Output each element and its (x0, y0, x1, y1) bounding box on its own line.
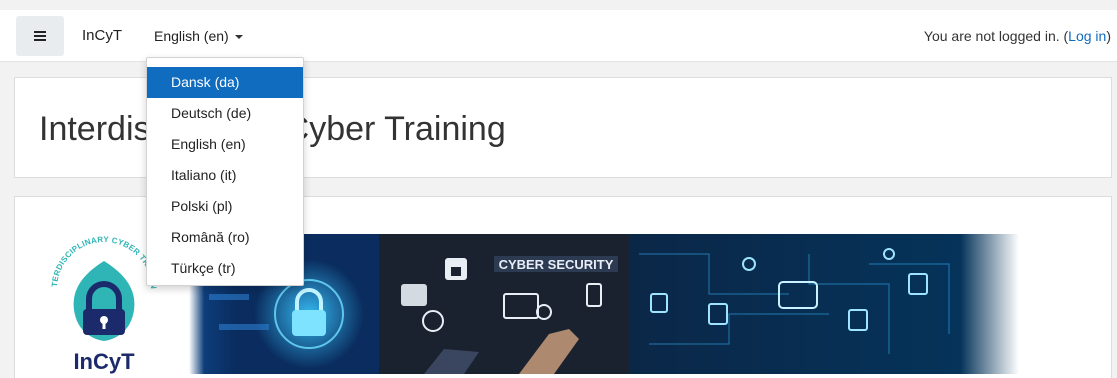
top-navbar: InCyT English (en) You are not logged in… (0, 10, 1117, 62)
login-status: You are not logged in. (Log in) (924, 28, 1111, 44)
login-link[interactable]: Log in (1068, 28, 1106, 44)
hamburger-icon (34, 31, 46, 41)
caret-down-icon (234, 35, 243, 40)
logo-wordmark: InCyT (73, 349, 135, 374)
nav-drawer-toggle-button[interactable] (16, 16, 64, 56)
language-option-2[interactable]: English (en) (147, 129, 303, 160)
language-option-0[interactable]: Dansk (da) (147, 67, 303, 98)
login-status-prefix: You are not logged in. ( (923, 28, 1069, 44)
banner-caption: CYBER SECURITY (499, 257, 614, 272)
language-option-3[interactable]: Italiano (it) (147, 160, 303, 191)
language-option-5[interactable]: Română (ro) (147, 222, 303, 253)
language-dropdown-menu: Dansk (da) Deutsch (de) English (en) Italia… (146, 57, 304, 286)
language-option-1[interactable]: Deutsch (de) (147, 98, 303, 129)
language-option-4[interactable]: Polski (pl) (147, 191, 303, 222)
language-menu-label: English (en) (154, 28, 229, 44)
language-menu-toggle[interactable]: English (en) (154, 28, 243, 44)
login-status-suffix: ) (1106, 28, 1111, 44)
language-option-6[interactable]: Türkçe (tr) (147, 253, 303, 284)
cyber-security-banner-image: CYBER SECURITY (189, 234, 1019, 374)
site-brand[interactable]: InCyT (82, 27, 122, 44)
